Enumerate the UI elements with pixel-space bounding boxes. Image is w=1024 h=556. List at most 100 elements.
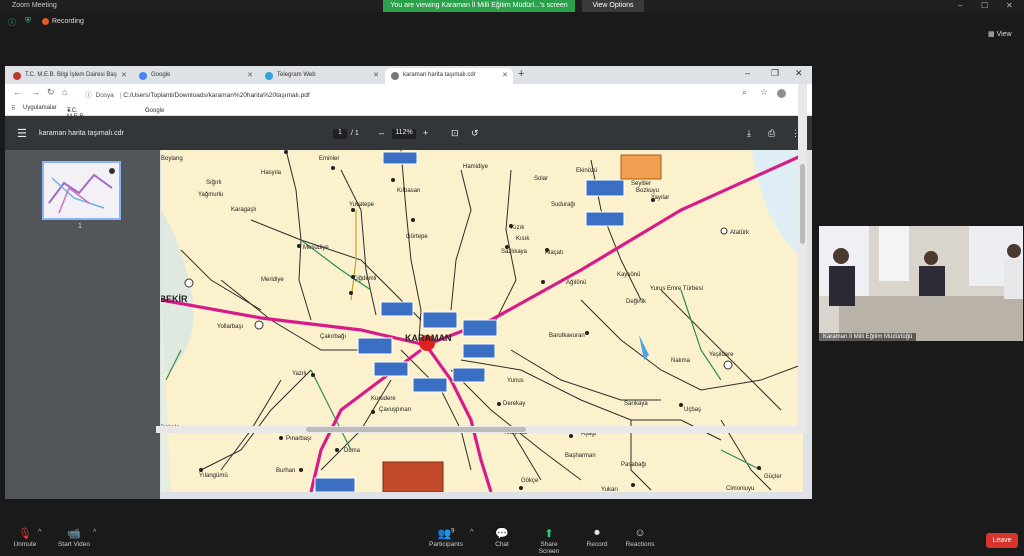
video-off-icon: 📹 (67, 528, 81, 540)
map-place-label: Nalıma (671, 358, 691, 364)
map-place-label: Barutkavuran (549, 333, 585, 339)
view-options-button[interactable]: View Options (582, 0, 644, 12)
share-screen-button[interactable]: ⬆ Share Screen (530, 527, 568, 555)
map-place-label: Alaçatı (545, 250, 564, 256)
maximize-icon[interactable]: ☐ (981, 1, 988, 10)
url-text: C:/Users/Toplanti/Downloads/karaman%20ha… (123, 92, 310, 99)
profile-avatar[interactable] (777, 89, 786, 98)
tab-pdf[interactable]: karaman harita taşımalı.cdr ✕ (385, 68, 513, 84)
chat-label: Chat (495, 541, 509, 548)
map-place-label: Kurudere (371, 396, 396, 402)
minimize-icon[interactable]: – (958, 1, 962, 10)
map-place-label: Ağılönü (566, 280, 586, 286)
unmute-button[interactable]: 🎙 Unmute (10, 527, 40, 548)
horizontal-scroll-thumb[interactable] (306, 427, 526, 432)
vertical-scrollbar[interactable] (798, 84, 807, 426)
junction-circles (184, 227, 733, 370)
zoom-in-icon[interactable]: + (423, 128, 428, 138)
map-place-label: Meridiye (261, 277, 284, 283)
start-video-button[interactable]: 📹 Start Video (56, 527, 92, 548)
info-icon[interactable]: ⓘ (8, 17, 16, 28)
new-tab-icon[interactable]: + (518, 68, 524, 80)
map-place-label: Güçler (764, 474, 782, 480)
google-favicon-icon (139, 72, 147, 80)
map-place-label: Hamidiye (463, 164, 489, 170)
map-place-label: Çiğdemli (353, 276, 376, 282)
map-place-label: Derekay (503, 401, 525, 407)
zoom-level-input[interactable]: 112% (392, 129, 416, 139)
forward-icon[interactable]: → (31, 87, 40, 97)
reload-icon[interactable]: ↻ (47, 87, 55, 98)
map-place-label: Bozkuyu (636, 188, 659, 194)
reactions-button[interactable]: ☺ Reactions (624, 527, 656, 548)
share-screen-icon: ⬆ (544, 528, 554, 540)
rotate-icon[interactable]: ↺ (471, 128, 479, 139)
tab-close-icon[interactable]: ✕ (121, 71, 127, 79)
close-icon[interactable]: ✕ (1006, 1, 1013, 10)
page-number-input[interactable]: 1 (333, 129, 347, 139)
tab-strip: T.C. M.E.B. Bilgi İşlem Dairesi Baş ✕ Go… (5, 66, 812, 84)
participant-video-tile[interactable]: Karaman İl Milli Eğitim Müdürlüğü (819, 226, 1023, 341)
tab-google[interactable]: Google ✕ (133, 68, 258, 84)
zoom-bottom-toolbar: 🎙 Unmute ^ 📹 Start Video ^ 👥9 Participan… (0, 525, 1024, 556)
menu-icon[interactable]: ☰ (17, 127, 27, 140)
video-options-chevron-icon[interactable]: ^ (93, 529, 96, 536)
tab-close-icon[interactable]: ✕ (373, 71, 379, 79)
page-thumbnail[interactable] (42, 161, 121, 220)
participants-count: 9 (451, 528, 455, 535)
pdf-filename: karaman harita taşımalı.cdr (39, 130, 124, 137)
map-place-label: Atatürk (730, 230, 750, 236)
vertical-scroll-thumb[interactable] (800, 164, 805, 244)
tab-meb[interactable]: T.C. M.E.B. Bilgi İşlem Dairesi Baş ✕ (7, 68, 132, 84)
map-place-label: Burhan (276, 468, 295, 474)
download-icon[interactable]: ⤓ (747, 128, 751, 139)
map-place-label: Ekinözü (576, 168, 597, 174)
participants-label: Participants (429, 541, 463, 548)
bookmark-apps[interactable]: Uygulamalar (23, 105, 57, 111)
map-place-label: Yollarbaşı (217, 324, 243, 330)
zoom-out-icon[interactable]: – (379, 128, 384, 138)
map-place-label: Pınarbaşı (286, 436, 312, 442)
thumbnail-map-preview (44, 163, 119, 218)
record-button[interactable]: ⏺ Record (585, 527, 609, 548)
back-icon[interactable]: ← (13, 87, 22, 97)
record-label: Record (586, 541, 608, 548)
view-button[interactable]: ▦ View (988, 30, 1012, 38)
browser-close-icon[interactable]: ✕ (795, 68, 803, 79)
map-place-label: Yeşildere (709, 352, 734, 358)
bookmark-star-icon[interactable]: ☆ (760, 87, 768, 98)
browser-maximize-icon[interactable]: ❐ (771, 68, 779, 79)
map-place-label: Sudurağı (551, 202, 576, 208)
horizontal-scrollbar[interactable] (156, 426, 807, 433)
map-place-label: Sığırlı (206, 180, 222, 186)
map-place-label: Değirlik (626, 299, 647, 305)
map-place-label: Boylang (161, 156, 183, 162)
pdf-map-page[interactable]: Eminler Hamidiye Ekinözü Solar Kılbasan Sudur… (161, 150, 803, 492)
globe-favicon-icon (391, 72, 399, 80)
fit-page-icon[interactable]: ⊡ (451, 128, 459, 139)
map-place-label: Gökçe (521, 478, 539, 484)
print-icon[interactable]: ⎙ (768, 128, 775, 139)
audio-options-chevron-icon[interactable]: ^ (38, 529, 41, 536)
participants-button[interactable]: 👥9 Participants (428, 527, 464, 548)
bookmark-label: Google (145, 108, 165, 114)
tab-close-icon[interactable]: ✕ (502, 71, 508, 79)
map-place-label: Çakırbağı (320, 334, 346, 340)
apps-grid-icon[interactable]: ⠿ (11, 105, 15, 112)
zoom-lens-icon[interactable]: ⌕ (742, 87, 747, 98)
tab-telegram[interactable]: Telegram Web ✕ (259, 68, 384, 84)
microphone-muted-icon: 🎙 (18, 528, 32, 540)
map-place-label: Seyitler (631, 181, 651, 187)
share-banner: You are viewing Karaman İl Milli Eğitim … (383, 0, 575, 12)
map-place-label: Kızık (511, 225, 525, 231)
tab-close-icon[interactable]: ✕ (247, 71, 253, 79)
browser-minimize-icon[interactable]: – (745, 68, 750, 78)
shield-icon[interactable]: ⛨ (25, 16, 31, 26)
url-field[interactable]: ⓘ Dosya | C:/Users/Toplanti/Downloads/kar… (85, 87, 735, 99)
leave-button[interactable]: Leave (986, 533, 1018, 548)
map-place-label: Yunus (507, 378, 524, 384)
chat-button[interactable]: 💬 Chat (492, 527, 512, 548)
home-icon[interactable]: ⌂ (62, 87, 67, 97)
participants-chevron-icon[interactable]: ^ (470, 529, 473, 536)
map-place-label: Kısık (516, 236, 530, 242)
